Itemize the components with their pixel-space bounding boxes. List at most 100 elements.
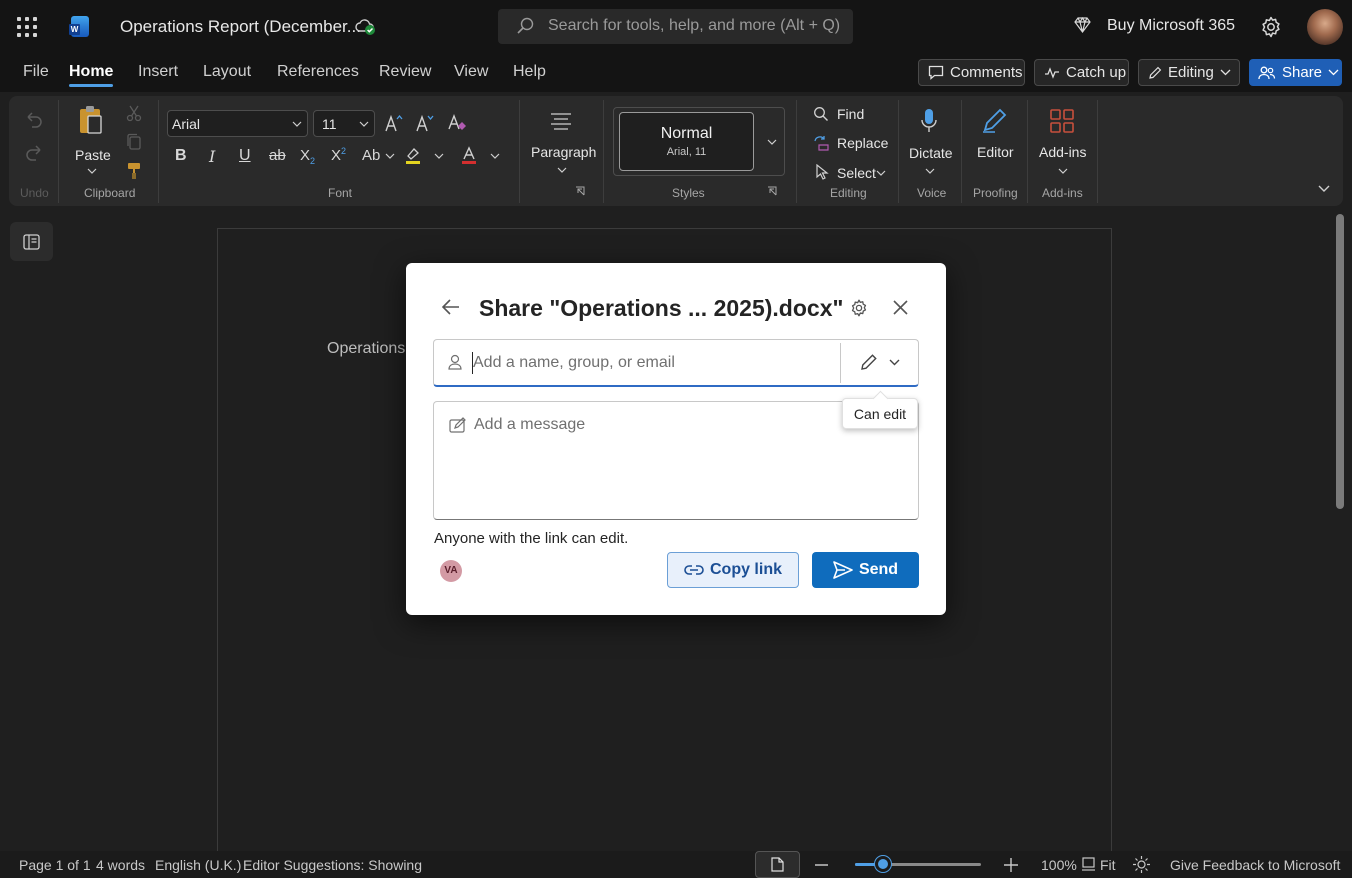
paragraph-icon[interactable] [550, 112, 572, 130]
document-title[interactable]: Operations Report (December... [120, 17, 361, 37]
pulse-icon [1044, 66, 1060, 79]
superscript-icon[interactable]: X2 [331, 146, 346, 164]
change-case-icon[interactable]: Ab [362, 147, 380, 164]
paragraph-label[interactable]: Paragraph [531, 144, 596, 160]
share-button[interactable]: Share [1249, 59, 1342, 86]
ribbon-divider [58, 100, 59, 203]
chevron-down-icon[interactable] [767, 139, 777, 145]
back-arrow-icon[interactable] [442, 299, 460, 315]
chevron-down-icon[interactable] [1058, 168, 1068, 174]
dictate-label[interactable]: Dictate [909, 145, 953, 161]
send-button[interactable]: Send [812, 552, 919, 588]
paste-label[interactable]: Paste [75, 147, 111, 163]
zoom-slider-thumb[interactable] [875, 856, 891, 872]
navigation-pane-button[interactable] [10, 222, 53, 261]
menu-view[interactable]: View [454, 63, 488, 81]
dialog-launcher-icon[interactable] [575, 186, 585, 196]
clear-formatting-icon[interactable] [447, 113, 467, 133]
zoom-level[interactable]: 100% [1041, 857, 1077, 873]
chevron-down-icon[interactable] [876, 170, 886, 176]
font-size-select[interactable]: 11 [313, 110, 375, 137]
app-launcher-icon[interactable] [17, 17, 37, 37]
menu-file[interactable]: File [23, 63, 49, 81]
zoom-in-icon[interactable] [1004, 858, 1018, 872]
cut-icon[interactable] [126, 104, 142, 122]
strikethrough-icon[interactable]: ab [269, 147, 286, 164]
brightness-icon[interactable] [1133, 856, 1150, 873]
shared-user-avatar[interactable]: VA [440, 560, 462, 582]
chevron-down-icon [292, 121, 302, 127]
zoom-out-icon[interactable] [815, 864, 828, 866]
buy-microsoft-365-button[interactable]: Buy Microsoft 365 [1074, 17, 1235, 35]
undo-group-label: Undo [20, 186, 49, 200]
fit-label[interactable]: Fit [1100, 857, 1116, 873]
menu-layout[interactable]: Layout [203, 63, 251, 81]
replace-label[interactable]: Replace [837, 135, 888, 151]
font-name-select[interactable]: Arial [167, 110, 308, 137]
styles-group-label: Styles [672, 186, 705, 200]
find-label[interactable]: Find [837, 106, 864, 122]
font-color-icon[interactable] [460, 146, 478, 166]
grow-font-icon[interactable] [384, 113, 404, 133]
settings-gear-icon[interactable] [850, 299, 868, 317]
settings-gear-icon[interactable] [1260, 16, 1282, 38]
menu-references[interactable]: References [277, 63, 359, 81]
print-layout-view-button[interactable] [755, 851, 800, 878]
select-cursor-icon[interactable] [815, 164, 829, 180]
select-label[interactable]: Select [837, 165, 876, 181]
highlight-icon[interactable] [404, 146, 422, 166]
catch-up-button[interactable]: Catch up [1034, 59, 1129, 86]
chevron-down-icon[interactable] [87, 168, 97, 175]
comments-button[interactable]: Comments [918, 59, 1025, 86]
redo-icon[interactable] [24, 144, 44, 162]
undo-icon[interactable] [24, 111, 44, 129]
italic-icon[interactable]: I [209, 147, 215, 166]
search-box[interactable]: Search for tools, help, and more (Alt + … [498, 9, 853, 44]
compose-message-icon [449, 417, 467, 433]
user-avatar[interactable] [1307, 9, 1343, 45]
bold-icon[interactable]: B [175, 147, 187, 165]
document-text[interactable]: Operations [327, 340, 405, 358]
page-count[interactable]: Page 1 of 1 [19, 857, 91, 873]
editor-suggestions-status[interactable]: Editor Suggestions: Showing [243, 857, 422, 873]
copy-link-button[interactable]: Copy link [667, 552, 799, 588]
word-count[interactable]: 4 words [96, 857, 145, 873]
fit-icon[interactable] [1081, 857, 1096, 871]
menu-home[interactable]: Home [69, 63, 113, 81]
vertical-scrollbar[interactable] [1336, 214, 1344, 509]
editor-label[interactable]: Editor [977, 144, 1014, 160]
cloud-saved-icon[interactable] [355, 17, 375, 37]
editing-mode-button[interactable]: Editing [1138, 59, 1240, 86]
recipient-input[interactable]: Add a name, group, or email [433, 339, 919, 387]
copy-icon[interactable] [126, 133, 142, 151]
feedback-link[interactable]: Give Feedback to Microsoft [1170, 857, 1340, 873]
menu-review[interactable]: Review [379, 63, 431, 81]
chevron-down-icon[interactable] [925, 168, 935, 174]
microphone-icon[interactable] [920, 108, 938, 134]
ribbon-expand-chevron-icon[interactable] [1318, 185, 1330, 193]
link-settings-text[interactable]: Anyone with the link can edit. [434, 530, 628, 547]
chevron-down-icon[interactable] [434, 153, 444, 159]
chevron-down-icon[interactable] [385, 153, 395, 159]
chevron-down-icon[interactable] [557, 167, 567, 173]
style-normal[interactable]: Normal Arial, 11 [619, 112, 754, 171]
zoom-slider[interactable] [855, 856, 981, 872]
language-indicator[interactable]: English (U.K.) [155, 857, 241, 873]
underline-icon[interactable]: U [239, 147, 251, 165]
font-group-label: Font [328, 186, 353, 200]
paste-icon[interactable] [78, 105, 104, 135]
subscript-icon[interactable]: X2 [300, 147, 315, 166]
replace-icon[interactable] [813, 135, 831, 151]
add-ins-label[interactable]: Add-ins [1039, 144, 1086, 160]
dialog-launcher-icon[interactable] [767, 186, 777, 196]
shrink-font-icon[interactable] [415, 113, 435, 133]
permission-dropdown[interactable] [852, 340, 918, 384]
format-painter-icon[interactable] [126, 162, 142, 180]
find-icon[interactable] [813, 106, 829, 122]
menu-help[interactable]: Help [513, 63, 546, 81]
editor-pen-icon[interactable] [980, 106, 1008, 134]
add-ins-icon[interactable] [1049, 108, 1075, 134]
chevron-down-icon[interactable] [490, 153, 500, 159]
menu-insert[interactable]: Insert [138, 63, 178, 81]
close-icon[interactable] [893, 300, 908, 315]
